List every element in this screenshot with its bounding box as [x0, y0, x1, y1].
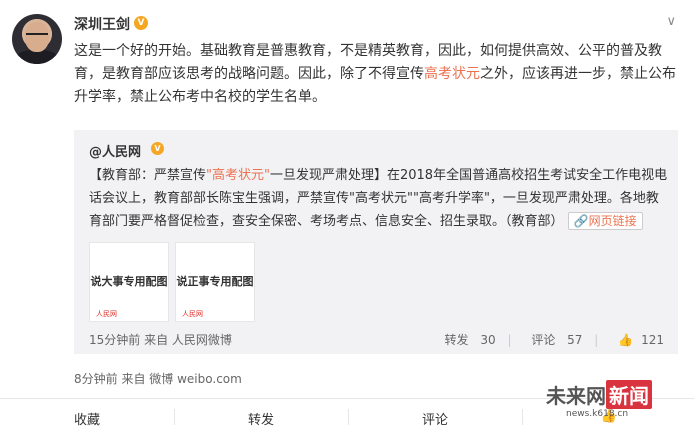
forward-button[interactable]: 转发 [174, 409, 348, 428]
watermark-brand-a: 未来网 [546, 384, 606, 408]
divider: | [594, 333, 599, 347]
repost-time[interactable]: 15分钟前 [89, 333, 140, 347]
watermark-brand: 未来网 新闻 [546, 380, 652, 409]
repost-forward-count: 30 [480, 333, 496, 347]
watermark-url: news.k618.cn [566, 409, 629, 419]
post-source[interactable]: 来自 微博 weibo.com [121, 372, 241, 386]
divider: | [507, 333, 512, 347]
repost-author[interactable]: @人民网 [89, 141, 141, 160]
image-caption: 说大事专用配图 [90, 275, 168, 288]
repost-forward-action[interactable]: 转发 30 [436, 333, 495, 347]
avatar[interactable] [12, 14, 62, 64]
image-caption: 说正事专用配图 [176, 275, 254, 288]
weibo-post-card: 深圳王剑 V ∨ 这是一个好的开始。基础教育是普惠教育，不是精英教育，因此，如何… [0, 0, 694, 433]
post-meta: 8分钟前 来自 微博 weibo.com [74, 370, 242, 387]
repost-text-a: 【教育部：严禁宣传 [89, 168, 207, 183]
avatar-glasses [26, 33, 48, 38]
repost-meta: 15分钟前 来自 人民网微博 [89, 331, 232, 348]
repost-image[interactable]: 说正事专用配图 人民网 [175, 242, 255, 322]
favorite-button[interactable]: 收藏 [0, 409, 174, 428]
verified-badge-icon: V [134, 16, 148, 30]
image-watermark: 人民网 [182, 310, 203, 318]
repost-forward-label: 转发 [444, 333, 469, 347]
repost-image[interactable]: 说大事专用配图 人民网 [89, 242, 169, 322]
repost-comment-count: 57 [567, 333, 583, 347]
post-text: 这是一个好的开始。基础教育是普惠教育，不是精英教育，因此，如何提供高效、公平的普… [74, 40, 676, 109]
post-time[interactable]: 8分钟前 [74, 372, 118, 386]
news-watermark: 未来网 新闻 news.k618.cn [546, 380, 686, 430]
repost-comment-label: 评论 [531, 333, 556, 347]
web-link-label: 网页链接 [588, 214, 637, 228]
repost-text: 【教育部：严禁宣传"高考状元"一旦发现严肃处理】在2018年全国普通高校招生考试… [89, 164, 669, 233]
thumbs-up-icon: 👍 [618, 333, 634, 347]
chevron-down-icon[interactable]: ∨ [666, 14, 676, 29]
topic-link[interactable]: 高考状元 [424, 66, 480, 82]
link-icon: 🔗 [573, 214, 589, 228]
avatar-suit [16, 50, 58, 64]
repost-like-action[interactable]: 👍 121 [610, 333, 664, 347]
repost-like-count: 121 [641, 333, 664, 347]
watermark-brand-b: 新闻 [606, 380, 652, 409]
repost-box: @人民网 V 【教育部：严禁宣传"高考状元"一旦发现严肃处理】在2018年全国普… [74, 130, 678, 354]
repost-comment-action[interactable]: 评论 57 [523, 333, 582, 347]
repost-topic-link[interactable]: "高考状元" [206, 168, 270, 183]
image-watermark: 人民网 [96, 310, 117, 318]
verified-badge-icon: V [151, 142, 164, 155]
repost-actions: 转发 30 | 评论 57 | 👍 121 [428, 331, 664, 348]
username[interactable]: 深圳王剑 [74, 14, 130, 34]
comment-button[interactable]: 评论 [348, 409, 522, 428]
web-link-button[interactable]: 🔗网页链接 [567, 212, 643, 230]
repost-source[interactable]: 来自 人民网微博 [144, 333, 232, 347]
